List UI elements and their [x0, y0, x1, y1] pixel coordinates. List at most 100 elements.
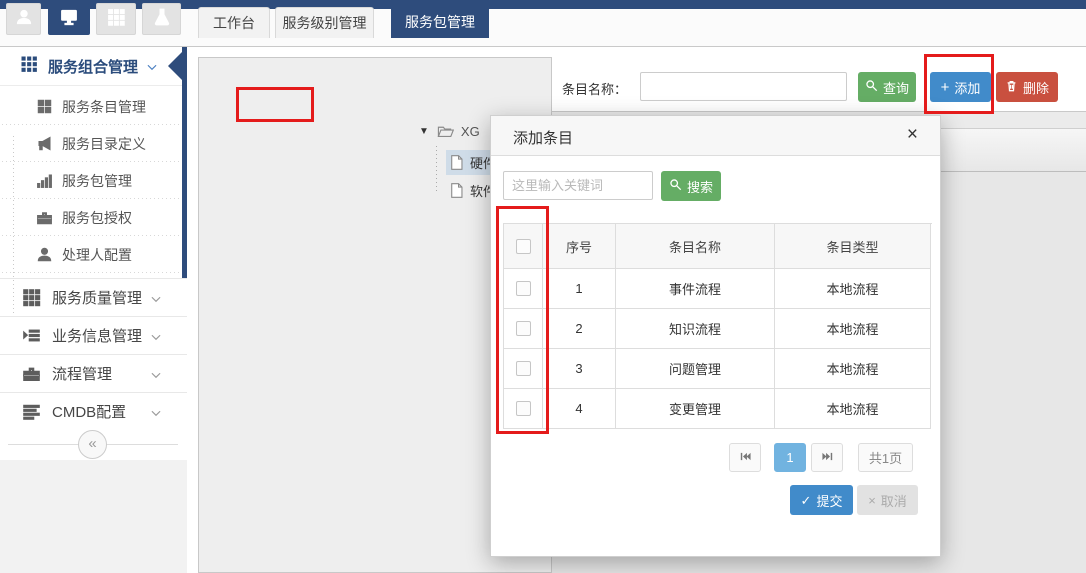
sidebar-group-cmdb-config[interactable]: CMDB配置 — [0, 392, 187, 430]
row-checkbox-cell — [504, 309, 543, 349]
entry-name-input[interactable] — [640, 72, 847, 101]
sidebar-group-label: 服务组合管理 — [48, 56, 138, 77]
add-button[interactable]: + 添加 — [930, 72, 991, 102]
first-page-button[interactable] — [729, 443, 761, 472]
add-entry-dialog: 添加条目 × 搜索 序号 条目名称 条目类型 1 事件流程 本地流程 2 知识流… — [490, 115, 941, 557]
row-checkbox[interactable] — [516, 281, 531, 296]
briefcase-icon — [36, 209, 53, 226]
add-button-label: 添加 — [954, 78, 980, 97]
chevron-down-icon — [149, 368, 163, 387]
row-checkbox[interactable] — [516, 401, 531, 416]
skip-forward-icon — [821, 450, 834, 466]
dialog-search-button[interactable]: 搜索 — [661, 171, 721, 201]
search-button-label: 搜索 — [687, 177, 713, 196]
tab-service-package[interactable]: 服务包管理 — [391, 4, 489, 38]
bar-chart-icon — [36, 172, 53, 189]
query-button[interactable]: 查询 — [858, 72, 916, 102]
grid-module-button[interactable] — [96, 3, 136, 35]
column-header-name: 条目名称 — [616, 224, 775, 269]
cell-no: 4 — [543, 389, 616, 429]
sidebar-item-label: 服务条目管理 — [62, 97, 146, 117]
cell-type: 本地流程 — [775, 309, 931, 349]
search-icon — [669, 178, 682, 194]
search-icon — [865, 79, 878, 95]
tree-node-root[interactable]: ▼ XG — [419, 124, 480, 139]
sidebar-item-label: 服务目录定义 — [62, 134, 146, 154]
file-icon — [450, 183, 463, 198]
sidebar-collapse-button[interactable]: « — [78, 430, 107, 459]
grid-icon — [22, 288, 41, 307]
dialog-header: 添加条目 × — [491, 116, 940, 156]
check-icon: ✓ — [801, 494, 812, 507]
tab-workbench[interactable]: 工作台 — [198, 7, 270, 38]
last-page-button[interactable] — [811, 443, 843, 472]
sidebar-group-business-info[interactable]: 业务信息管理 — [0, 316, 187, 354]
current-page-label: 1 — [786, 450, 793, 465]
tab-service-level[interactable]: 服务级别管理 — [275, 7, 374, 38]
stacked-lines-icon — [22, 402, 41, 421]
cell-type: 本地流程 — [775, 389, 931, 429]
sidebar-group-service-composition[interactable]: 服务组合管理 — [0, 47, 187, 86]
sidebar-group-label: 服务质量管理 — [52, 287, 142, 308]
tree-node-label: XG — [461, 124, 480, 139]
grid-menu-icon — [20, 55, 38, 78]
sidebar-item-label: 服务包授权 — [62, 208, 132, 228]
flask-icon — [152, 7, 172, 32]
sidebar-group-process-mgmt[interactable]: 流程管理 — [0, 354, 187, 392]
keyword-search-input[interactable] — [503, 171, 653, 200]
collapse-left-icon: « — [88, 435, 96, 452]
submit-button-label: 提交 — [816, 491, 842, 510]
sidebar-item-service-package-mgmt[interactable]: 服务包管理 — [0, 162, 182, 199]
select-all-cell — [504, 224, 543, 269]
list-icon — [22, 326, 41, 345]
person-icon — [36, 246, 53, 263]
chevron-down-icon — [149, 292, 163, 311]
delete-button-label: 删除 — [1023, 78, 1049, 97]
tab-label: 工作台 — [213, 13, 255, 33]
cell-name: 知识流程 — [616, 309, 775, 349]
sidebar-group-service-quality[interactable]: 服务质量管理 — [0, 278, 187, 316]
cell-no: 3 — [543, 349, 616, 389]
close-icon[interactable]: × — [907, 124, 918, 147]
sidebar-item-handler-config[interactable]: 处理人配置 — [0, 236, 182, 273]
sidebar-item-service-package-auth[interactable]: 服务包授权 — [0, 199, 182, 236]
cell-name: 变更管理 — [616, 389, 775, 429]
monitor-icon — [59, 7, 79, 32]
page-number-button[interactable]: 1 — [774, 443, 806, 472]
sidebar-item-service-entry-mgmt[interactable]: 服务条目管理 — [0, 88, 182, 125]
sidebar-group-label: CMDB配置 — [52, 401, 126, 422]
tiles-icon — [36, 98, 53, 115]
cell-no: 2 — [543, 309, 616, 349]
skip-backward-icon — [739, 450, 752, 466]
select-all-checkbox[interactable] — [516, 239, 531, 254]
sidebar: 服务组合管理 服务条目管理 服务目录定义 服务包管理 服务包授权 — [0, 47, 187, 573]
active-group-accent-bar — [182, 47, 187, 278]
row-checkbox-cell — [504, 269, 543, 309]
total-pages-label: 共1页 — [858, 443, 913, 472]
sidebar-group-label: 业务信息管理 — [52, 325, 142, 346]
flask-module-button[interactable] — [142, 3, 181, 35]
active-group-accent-arrow — [168, 52, 182, 80]
chevron-down-icon — [149, 330, 163, 349]
sidebar-item-service-catalog-def[interactable]: 服务目录定义 — [0, 125, 182, 162]
sidebar-footer-area — [0, 460, 187, 573]
query-button-label: 查询 — [883, 78, 909, 97]
user-icon — [14, 7, 34, 32]
delete-button[interactable]: 删除 — [996, 72, 1058, 102]
cell-type: 本地流程 — [775, 349, 931, 389]
megaphone-icon — [36, 135, 53, 152]
sidebar-item-label: 处理人配置 — [62, 245, 132, 265]
row-checkbox[interactable] — [516, 321, 531, 336]
submit-button[interactable]: ✓ 提交 — [790, 485, 853, 515]
cancel-button-label: 取消 — [881, 491, 907, 510]
cancel-button[interactable]: × 取消 — [857, 485, 918, 515]
tab-label: 服务包管理 — [405, 12, 475, 32]
x-icon: × — [868, 494, 876, 507]
row-checkbox[interactable] — [516, 361, 531, 376]
plus-icon: + — [941, 80, 950, 95]
chevron-down-icon — [149, 406, 163, 425]
user-module-button[interactable] — [6, 3, 41, 35]
monitor-module-button[interactable] — [48, 3, 90, 35]
tree-expand-icon[interactable]: ▼ — [419, 126, 429, 137]
cell-type: 本地流程 — [775, 269, 931, 309]
